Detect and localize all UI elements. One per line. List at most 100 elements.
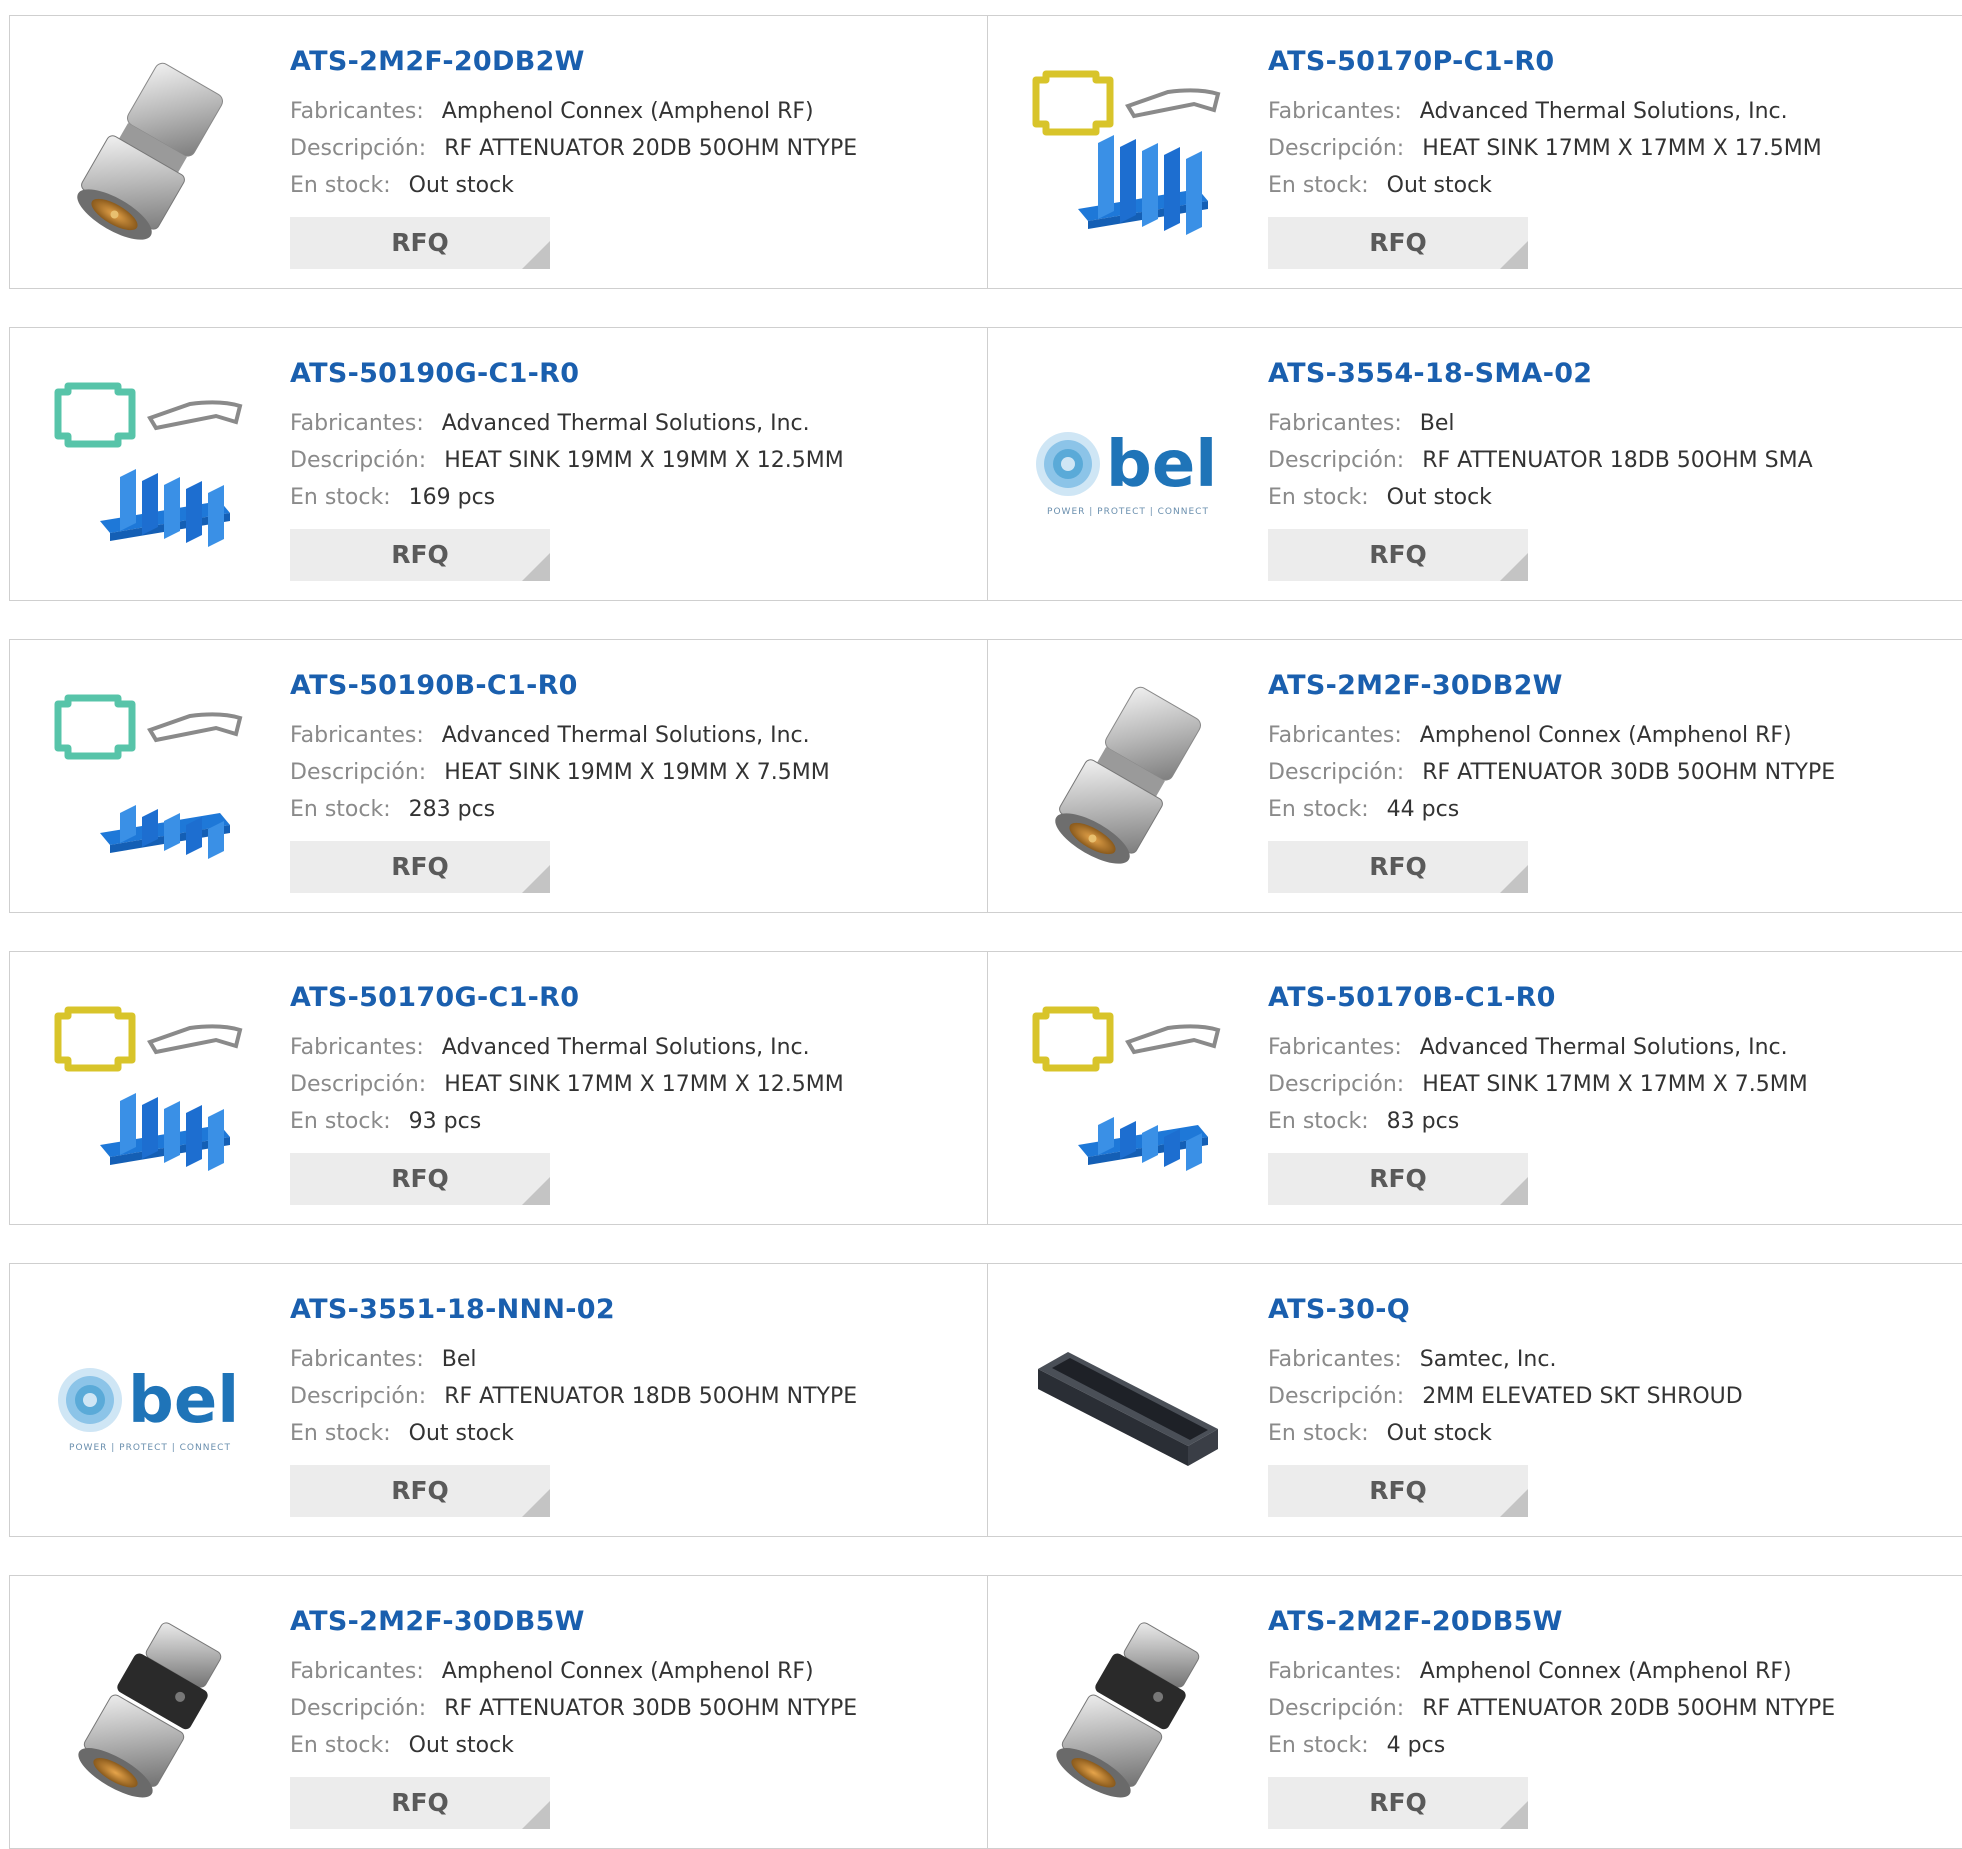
manufacturer-label: Fabricantes: xyxy=(1268,411,1402,436)
manufacturer-line: Fabricantes: Bel xyxy=(290,1347,477,1372)
stock-line: En stock: Out stock xyxy=(1268,485,1492,510)
description-value: RF ATTENUATOR 20DB 50OHM NTYPE xyxy=(444,136,858,161)
product-part-link[interactable]: ATS-2M2F-30DB2W xyxy=(1268,670,1563,701)
product-card: ATS-50170B-C1-R0 Fabricantes: Advanced Th… xyxy=(988,952,1962,1224)
product-image[interactable] xyxy=(1028,56,1228,251)
stock-label: En stock: xyxy=(290,1421,391,1446)
product-image[interactable] xyxy=(50,56,250,251)
stock-value: 283 pcs xyxy=(408,797,496,822)
corner-triangle-icon xyxy=(1500,1801,1528,1829)
stock-value: Out stock xyxy=(1386,485,1492,510)
product-part-link[interactable]: ATS-2M2F-20DB2W xyxy=(290,46,585,77)
product-image[interactable] xyxy=(50,992,250,1187)
manufacturer-value: Advanced Thermal Solutions, Inc. xyxy=(1419,99,1788,124)
product-image[interactable] xyxy=(50,1616,250,1811)
corner-triangle-icon xyxy=(522,1801,550,1829)
rfq-button[interactable]: RFQ xyxy=(1268,1777,1528,1829)
product-part-link[interactable]: ATS-2M2F-20DB5W xyxy=(1268,1606,1563,1637)
description-line: Descripción: RF ATTENUATOR 30DB 50OHM NTY… xyxy=(290,1696,857,1721)
rfq-label: RFQ xyxy=(391,228,449,257)
rfq-button[interactable]: RFQ xyxy=(1268,1153,1528,1205)
rfq-label: RFQ xyxy=(391,1788,449,1817)
product-image[interactable] xyxy=(1028,1616,1228,1811)
product-part-link[interactable]: ATS-50170P-C1-R0 xyxy=(1268,46,1555,77)
stock-line: En stock: Out stock xyxy=(1268,1421,1492,1446)
product-card: ATS-50170P-C1-R0 Fabricantes: Advanced Th… xyxy=(988,16,1962,288)
stock-label: En stock: xyxy=(1268,1733,1369,1758)
rfq-button[interactable]: RFQ xyxy=(290,841,550,893)
description-value: HEAT SINK 17MM X 17MM X 17.5MM xyxy=(1422,136,1822,161)
rfq-button[interactable]: RFQ xyxy=(290,1777,550,1829)
product-card: ATS-2M2F-20DB5W Fabricantes: Amphenol Con… xyxy=(988,1576,1962,1848)
description-label: Descripción: xyxy=(1268,1072,1405,1097)
stock-label: En stock: xyxy=(1268,797,1369,822)
description-value: RF ATTENUATOR 18DB 50OHM NTYPE xyxy=(444,1384,858,1409)
product-row: ATS-50170G-C1-R0 Fabricantes: Advanced Th… xyxy=(9,951,1962,1225)
manufacturer-label: Fabricantes: xyxy=(1268,1659,1402,1684)
product-part-link[interactable]: ATS-3551-18-NNN-02 xyxy=(290,1294,615,1325)
stock-value: 44 pcs xyxy=(1386,797,1460,822)
manufacturer-line: Fabricantes: Amphenol Connex (Amphenol RF… xyxy=(290,1659,814,1684)
manufacturer-line: Fabricantes: Bel xyxy=(1268,411,1455,436)
description-line: Descripción: HEAT SINK 19MM X 19MM X 12.5… xyxy=(290,448,844,473)
product-image[interactable] xyxy=(1028,1304,1228,1499)
description-value: RF ATTENUATOR 30DB 50OHM NTYPE xyxy=(444,1696,858,1721)
description-value: HEAT SINK 17MM X 17MM X 12.5MM xyxy=(444,1072,844,1097)
description-value: HEAT SINK 19MM X 19MM X 12.5MM xyxy=(444,448,844,473)
product-part-link[interactable]: ATS-50190B-C1-R0 xyxy=(290,670,578,701)
product-part-link[interactable]: ATS-2M2F-30DB5W xyxy=(290,1606,585,1637)
description-label: Descripción: xyxy=(1268,1696,1405,1721)
manufacturer-line: Fabricantes: Advanced Thermal Solutions, … xyxy=(290,411,810,436)
product-image[interactable] xyxy=(50,680,250,875)
rfq-button[interactable]: RFQ xyxy=(1268,529,1528,581)
manufacturer-line: Fabricantes: Amphenol Connex (Amphenol RF… xyxy=(1268,1659,1792,1684)
rfq-label: RFQ xyxy=(391,1164,449,1193)
rfq-label: RFQ xyxy=(391,1476,449,1505)
rfq-label: RFQ xyxy=(391,852,449,881)
rfq-button[interactable]: RFQ xyxy=(290,529,550,581)
rfq-button[interactable]: RFQ xyxy=(290,217,550,269)
corner-triangle-icon xyxy=(1500,865,1528,893)
manufacturer-label: Fabricantes: xyxy=(290,1035,424,1060)
rfq-label: RFQ xyxy=(1369,540,1427,569)
manufacturer-label: Fabricantes: xyxy=(1268,723,1402,748)
manufacturer-value: Amphenol Connex (Amphenol RF) xyxy=(441,99,814,124)
product-row: ATS-50190B-C1-R0 Fabricantes: Advanced Th… xyxy=(9,639,1962,913)
product-row: bel POWER | PROTECT | CONNECT ATS-3551-18… xyxy=(9,1263,1962,1537)
rfq-label: RFQ xyxy=(391,540,449,569)
product-row: ATS-2M2F-20DB2W Fabricantes: Amphenol Con… xyxy=(9,15,1962,289)
manufacturer-label: Fabricantes: xyxy=(290,1659,424,1684)
corner-triangle-icon xyxy=(1500,553,1528,581)
stock-value: Out stock xyxy=(408,1421,514,1446)
product-image[interactable] xyxy=(1028,680,1228,875)
stock-line: En stock: 4 pcs xyxy=(1268,1733,1445,1758)
product-part-link[interactable]: ATS-50190G-C1-R0 xyxy=(290,358,579,389)
rfq-button[interactable]: RFQ xyxy=(1268,1465,1528,1517)
product-part-link[interactable]: ATS-50170B-C1-R0 xyxy=(1268,982,1556,1013)
manufacturer-value: Amphenol Connex (Amphenol RF) xyxy=(1419,1659,1792,1684)
corner-triangle-icon xyxy=(522,241,550,269)
rfq-button[interactable]: RFQ xyxy=(1268,841,1528,893)
corner-triangle-icon xyxy=(1500,1177,1528,1205)
product-part-link[interactable]: ATS-3554-18-SMA-02 xyxy=(1268,358,1592,389)
rfq-button[interactable]: RFQ xyxy=(290,1465,550,1517)
product-image[interactable]: bel POWER | PROTECT | CONNECT xyxy=(1028,368,1228,563)
stock-line: En stock: Out stock xyxy=(290,173,514,198)
product-card: bel POWER | PROTECT | CONNECT ATS-3551-18… xyxy=(10,1264,988,1536)
stock-value: Out stock xyxy=(1386,1421,1492,1446)
product-image[interactable] xyxy=(50,368,250,563)
product-row: ATS-50190G-C1-R0 Fabricantes: Advanced Th… xyxy=(9,327,1962,601)
rfq-button[interactable]: RFQ xyxy=(290,1153,550,1205)
description-value: RF ATTENUATOR 20DB 50OHM NTYPE xyxy=(1422,1696,1836,1721)
manufacturer-label: Fabricantes: xyxy=(290,99,424,124)
description-value: 2MM ELEVATED SKT SHROUD xyxy=(1422,1384,1743,1409)
svg-text:bel: bel xyxy=(1106,428,1217,502)
manufacturer-label: Fabricantes: xyxy=(290,1347,424,1372)
product-row: ATS-2M2F-30DB5W Fabricantes: Amphenol Con… xyxy=(9,1575,1962,1849)
product-part-link[interactable]: ATS-50170G-C1-R0 xyxy=(290,982,579,1013)
manufacturer-value: Samtec, Inc. xyxy=(1419,1347,1557,1372)
product-part-link[interactable]: ATS-30-Q xyxy=(1268,1294,1410,1325)
product-image[interactable] xyxy=(1028,992,1228,1187)
product-image[interactable]: bel POWER | PROTECT | CONNECT xyxy=(50,1304,250,1499)
rfq-button[interactable]: RFQ xyxy=(1268,217,1528,269)
